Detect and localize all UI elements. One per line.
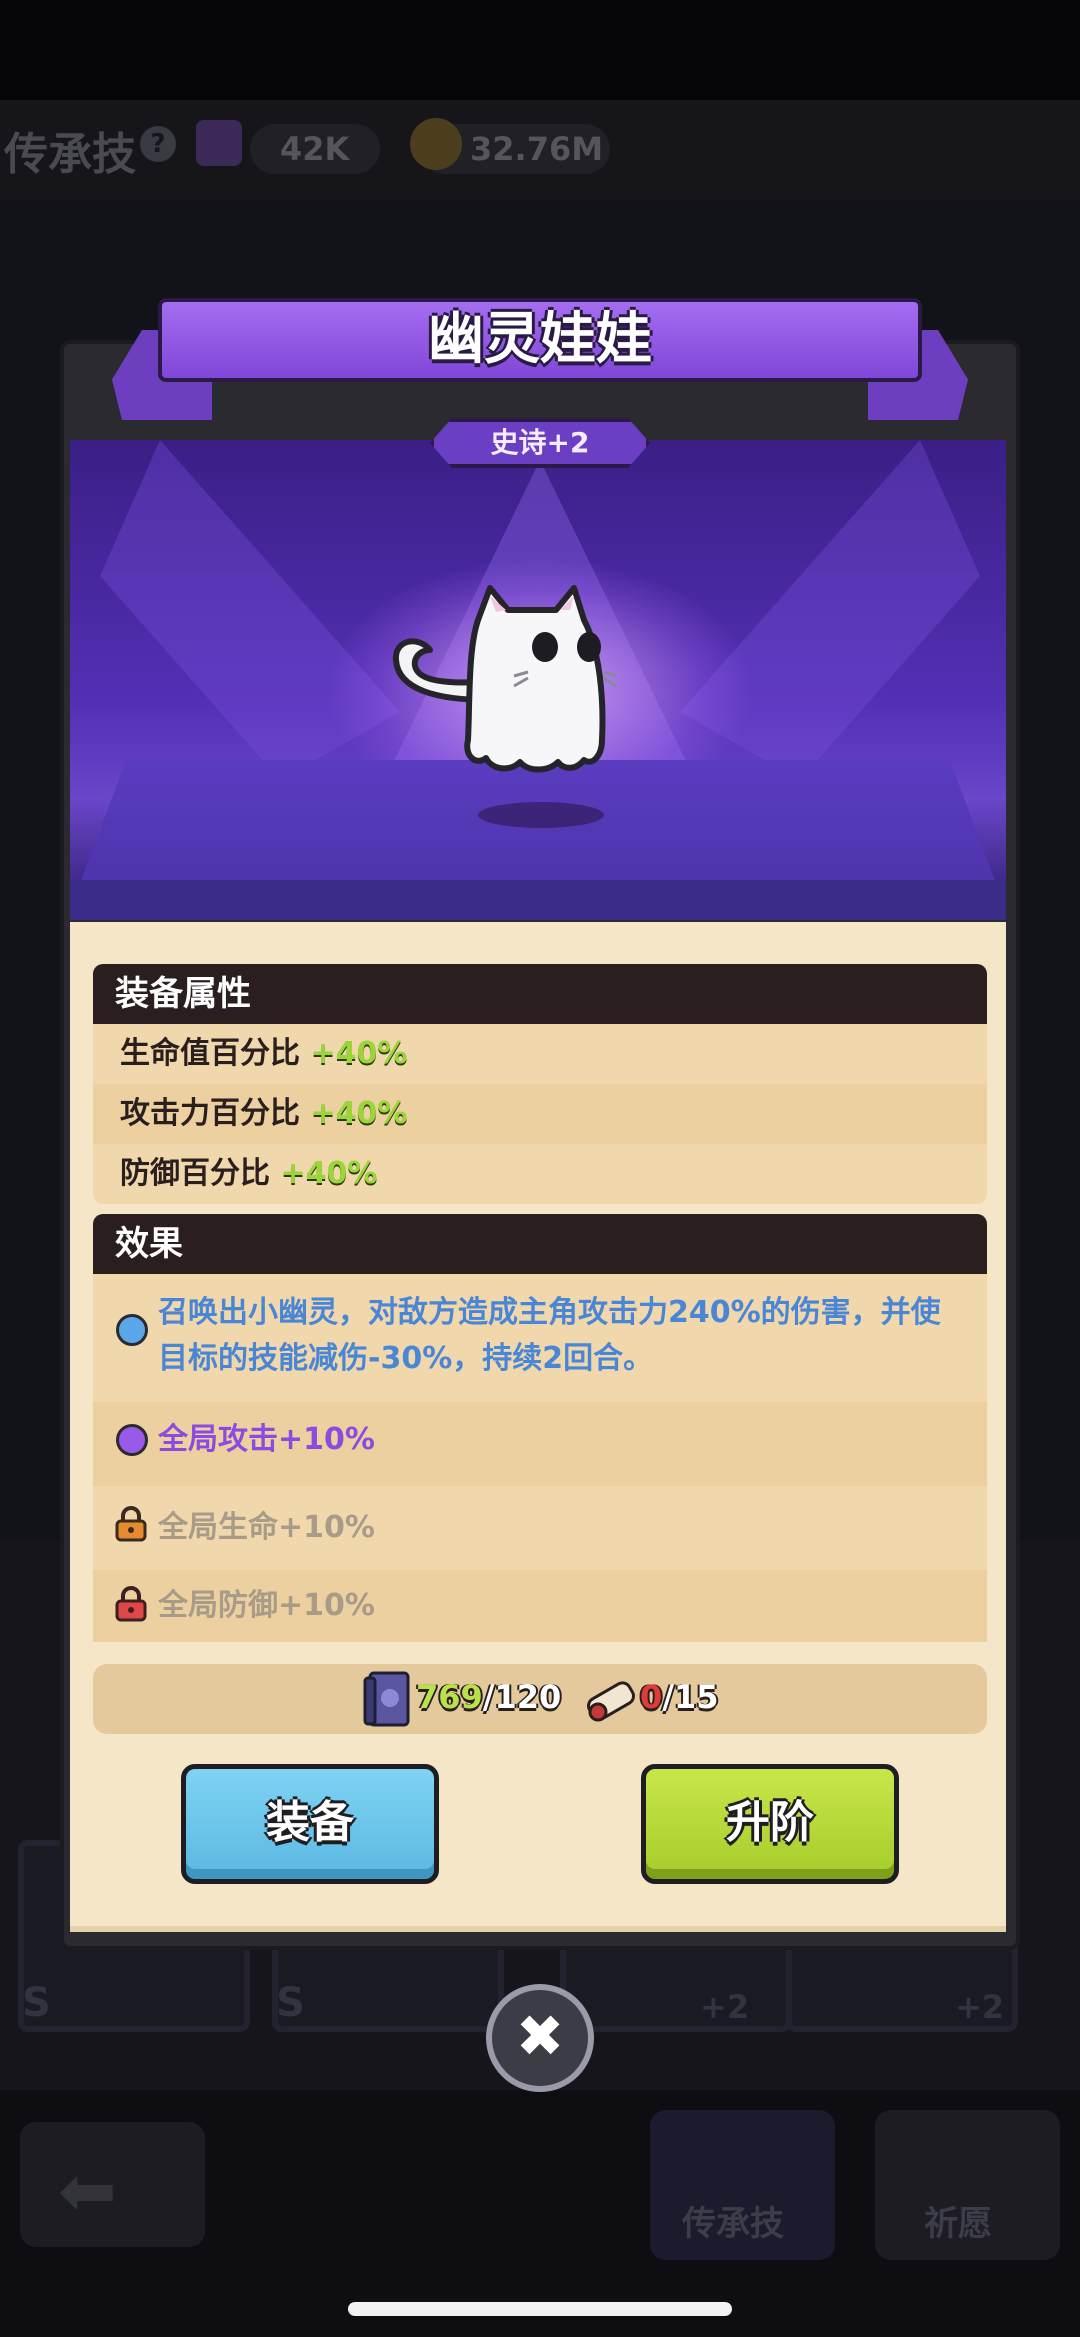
attributes-title: 装备属性: [115, 974, 251, 1014]
card-level: +2: [955, 1988, 1005, 2026]
effects-title: 效果: [115, 1224, 183, 1264]
gem-icon: [196, 120, 242, 166]
ghost-shadow: [478, 802, 604, 828]
purple-gem-icon: [116, 1424, 148, 1456]
coin-value: 32.76M: [470, 130, 604, 168]
coin-icon: [410, 118, 462, 170]
attribute-atk-value: +40%: [310, 1096, 408, 1131]
blue-gem-icon: [116, 1314, 148, 1346]
attribute-atk: 攻击力百分比 +40%: [120, 1096, 408, 1131]
page-title: 传承技: [4, 129, 136, 180]
upgrade-button[interactable]: 升阶: [641, 1764, 899, 1884]
status-bar-area: [0, 0, 1080, 100]
book-cost: 769/120: [416, 1678, 562, 1716]
lock-red-icon: [115, 1586, 147, 1622]
attribute-hp-value: +40%: [310, 1036, 408, 1071]
effect-def: 全局防御+10%: [158, 1588, 375, 1623]
gem-value: 42K: [280, 130, 350, 168]
close-icon[interactable]: ✖: [486, 1984, 594, 2092]
scroll-icon: [587, 1681, 635, 1722]
attribute-def-value: +40%: [280, 1156, 378, 1191]
item-title: 幽灵娃娃: [428, 307, 652, 372]
effect-skill: 召唤出小幽灵，对敌方造成主角攻击力240%的伤害，并使目标的技能减伤-30%，持…: [158, 1295, 941, 1376]
nav-wish-label: 祈愿: [924, 2204, 992, 2244]
effects-header: [93, 1214, 987, 1274]
question-icon[interactable]: ?: [140, 126, 176, 162]
home-indicator: [348, 2302, 732, 2316]
lock-orange-icon: [115, 1506, 147, 1542]
card-grade: S: [22, 1980, 51, 2026]
stage-edge: [70, 880, 1006, 920]
ghost-cat-icon: [392, 585, 617, 773]
effect-hp: 全局生命+10%: [158, 1510, 375, 1545]
attribute-def: 防御百分比 +40%: [120, 1156, 378, 1191]
rarity-label: 史诗+2: [490, 426, 590, 459]
equip-button[interactable]: 装备: [181, 1764, 439, 1884]
effect-attack: 全局攻击+10%: [158, 1422, 375, 1457]
skill-book-icon: [363, 1671, 410, 1727]
scroll-cost: 0/15: [640, 1678, 719, 1716]
nav-heritage-label: 传承技: [682, 2204, 784, 2244]
back-arrow-icon: ⬅: [58, 2150, 117, 2232]
card-level: +2: [700, 1988, 750, 2026]
attribute-hp: 生命值百分比 +40%: [120, 1036, 408, 1071]
card-grade: S: [276, 1980, 305, 2026]
